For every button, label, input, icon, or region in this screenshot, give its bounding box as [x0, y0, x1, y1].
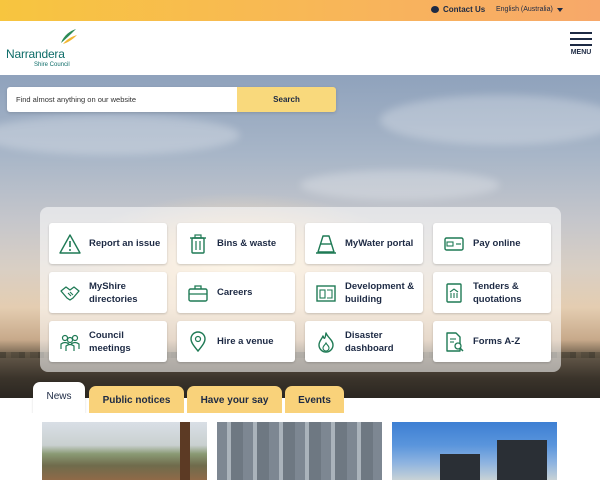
flame-icon	[318, 331, 334, 353]
cloud-shape	[300, 170, 500, 200]
quick-link-label: Hire a venue	[217, 336, 274, 347]
logo-name: Narrandera	[6, 47, 65, 61]
contact-us-label: Contact Us	[443, 5, 486, 14]
site-search: Search	[7, 87, 336, 112]
language-selector[interactable]: English (Australia)	[496, 6, 563, 13]
language-label: English (Australia)	[496, 6, 553, 13]
hamburger-line	[570, 38, 592, 40]
quick-link-label: Careers	[217, 287, 253, 298]
hamburger-line	[570, 32, 592, 34]
news-content	[0, 413, 600, 480]
cloud-shape	[0, 115, 240, 155]
menu-label: MENU	[570, 49, 592, 56]
quick-link-label: Disaster dashboard	[345, 329, 394, 354]
document-building-icon	[446, 282, 462, 303]
truck-shape	[440, 454, 480, 480]
hamburger-line	[570, 44, 592, 46]
news-thumbnail-factory[interactable]	[217, 422, 382, 480]
quick-link-label: Development & building	[345, 280, 415, 305]
quick-link-council-meetings[interactable]: Council meetings	[49, 321, 167, 362]
credit-card-icon	[444, 236, 464, 251]
contact-us-link[interactable]: Contact Us	[431, 5, 485, 14]
location-pin-icon	[190, 330, 206, 352]
quick-link-label: MyShire directories	[89, 280, 138, 305]
quick-link-mywater[interactable]: MyWater portal	[305, 223, 423, 264]
handshake-icon	[60, 285, 80, 301]
quick-link-development-building[interactable]: Development & building	[305, 272, 423, 313]
people-group-icon	[60, 334, 80, 351]
tab-have-your-say[interactable]: Have your say	[187, 386, 282, 416]
logo-subtitle: Shire Council	[34, 62, 70, 68]
leaf-logo-icon	[61, 29, 77, 44]
content-tabs: News Public notices Have your say Events	[33, 382, 600, 416]
quick-link-hire-venue[interactable]: Hire a venue	[177, 321, 295, 362]
traffic-cone-icon	[316, 234, 336, 254]
quick-link-label: Council meetings	[89, 329, 131, 354]
search-button[interactable]: Search	[237, 87, 336, 112]
quick-link-label: Bins & waste	[217, 238, 277, 249]
bin-icon	[190, 233, 206, 254]
quick-link-label: Tenders & quotations	[473, 280, 522, 305]
briefcase-icon	[188, 284, 208, 302]
news-thumbnail-trees[interactable]	[42, 422, 207, 480]
hero-banner: Search Report an issue Bins & waste	[0, 75, 600, 398]
building-plan-icon	[316, 284, 336, 302]
quick-link-disaster-dashboard[interactable]: Disaster dashboard	[305, 321, 423, 362]
quick-links-panel: Report an issue Bins & waste MyWater por…	[40, 207, 561, 372]
quick-link-tenders-quotations[interactable]: Tenders & quotations	[433, 272, 551, 313]
quick-link-label: Pay online	[473, 238, 521, 249]
quick-link-myshire-directories[interactable]: MyShire directories	[49, 272, 167, 313]
search-input[interactable]	[7, 87, 237, 112]
news-thumbnail-trucks[interactable]	[392, 422, 557, 480]
warning-triangle-icon	[59, 233, 81, 254]
truck-shape	[497, 440, 547, 480]
quick-link-label: Report an issue	[89, 238, 161, 249]
timber-post	[180, 422, 190, 480]
tab-events[interactable]: Events	[285, 386, 344, 416]
tab-news[interactable]: News	[33, 382, 85, 416]
quick-link-label: MyWater portal	[345, 238, 414, 249]
cloud-shape	[380, 95, 600, 145]
top-utility-bar: Contact Us English (Australia)	[0, 0, 600, 21]
quick-link-forms-az[interactable]: Forms A-Z	[433, 321, 551, 362]
menu-button[interactable]: MENU	[569, 32, 593, 62]
quick-link-pay-online[interactable]: Pay online	[433, 223, 551, 264]
caret-down-icon	[556, 7, 563, 12]
council-logo[interactable]: Narrandera Shire Council	[6, 27, 86, 71]
quick-link-label: Forms A-Z	[473, 336, 521, 347]
document-search-icon	[446, 331, 464, 352]
quick-link-careers[interactable]: Careers	[177, 272, 295, 313]
quick-link-report-issue[interactable]: Report an issue	[49, 223, 167, 264]
chat-bubble-icon	[431, 6, 439, 13]
tab-public-notices[interactable]: Public notices	[89, 386, 184, 416]
quick-link-bins-waste[interactable]: Bins & waste	[177, 223, 295, 264]
site-header: Narrandera Shire Council MENU	[0, 21, 600, 75]
